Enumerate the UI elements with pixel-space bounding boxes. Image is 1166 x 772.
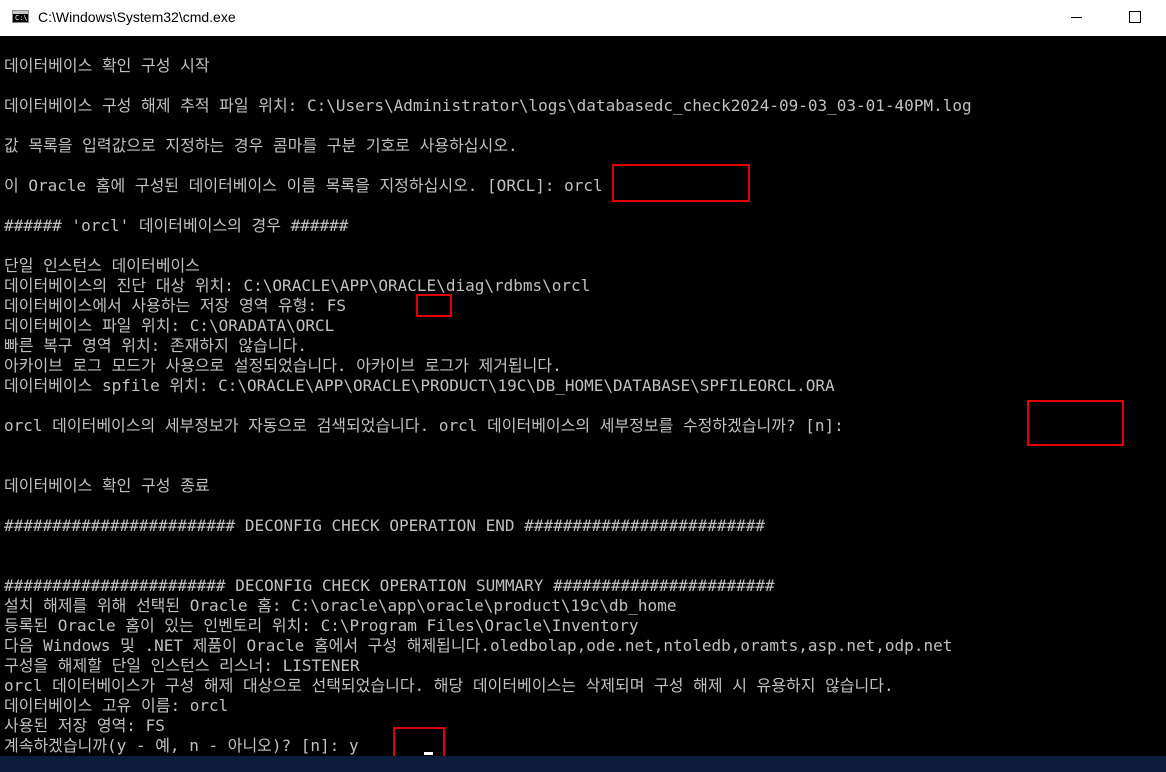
cmd-icon-glyph: C:\ bbox=[15, 14, 28, 22]
cmd-icon: C:\ bbox=[12, 10, 29, 23]
console-line: 데이터베이스 구성 해제 추적 파일 위치: C:\Users\Administ… bbox=[4, 96, 972, 115]
highlight-box-modify-prompt bbox=[1027, 400, 1124, 446]
maximize-icon bbox=[1129, 11, 1141, 23]
console-line: 등록된 Oracle 홈이 있는 인벤토리 위치: C:\Program Fil… bbox=[4, 616, 639, 635]
console-line: 데이터베이스 spfile 위치: C:\ORACLE\APP\ORACLE\P… bbox=[4, 376, 835, 395]
title-bar[interactable]: C:\ C:\Windows\System32\cmd.exe bbox=[0, 0, 1166, 36]
console-line: 아카이브 로그 모드가 사용으로 설정되었습니다. 아카이브 로그가 제거됩니다… bbox=[4, 356, 562, 375]
console-line: orcl 데이터베이스의 세부정보가 자동으로 검색되었습니다. orcl 데이… bbox=[4, 416, 844, 435]
maximize-button[interactable] bbox=[1112, 0, 1158, 36]
console-line: orcl 데이터베이스가 구성 해제 대상으로 선택되었습니다. 해당 데이터베… bbox=[4, 676, 894, 695]
console-line: 설치 해제를 위해 선택된 Oracle 홈: C:\oracle\app\or… bbox=[4, 596, 677, 615]
console-line: 데이터베이스 확인 구성 시작 bbox=[4, 56, 210, 75]
console-line: 사용된 저장 영역: FS bbox=[4, 716, 165, 735]
console-line: 데이터베이스 확인 구성 종료 bbox=[4, 476, 210, 495]
console-output[interactable]: 데이터베이스 확인 구성 시작 데이터베이스 구성 해제 추적 파일 위치: C… bbox=[0, 36, 1166, 772]
highlight-box-storage-type bbox=[416, 294, 452, 317]
console-line: 값 목록을 입력값으로 지정하는 경우 콤마를 구분 기호로 사용하십시오. bbox=[4, 136, 518, 155]
console-line: 구성을 해제할 단일 인스턴스 리스너: LISTENER bbox=[4, 656, 360, 675]
cmd-window: C:\ C:\Windows\System32\cmd.exe 데이터베이스 확… bbox=[0, 0, 1166, 772]
text-cursor bbox=[424, 752, 433, 755]
taskbar-edge bbox=[0, 756, 1166, 772]
console-line: 데이터베이스에서 사용하는 저장 영역 유형: FS bbox=[4, 296, 347, 315]
window-title: C:\Windows\System32\cmd.exe bbox=[38, 9, 236, 25]
console-line: 데이터베이스 파일 위치: C:\ORADATA\ORCL bbox=[4, 316, 335, 335]
console-line: 계속하겠습니까(y - 예, n - 아니오)? [n]: y bbox=[4, 736, 359, 755]
minimize-button[interactable] bbox=[1054, 0, 1100, 36]
console-line: ####################### DECONFIG CHECK O… bbox=[4, 576, 775, 595]
console-line: 단일 인스턴스 데이터베이스 bbox=[4, 256, 200, 275]
console-line: 데이터베이스의 진단 대상 위치: C:\ORACLE\APP\ORACLE\d… bbox=[4, 276, 591, 295]
console-line: ######################## DECONFIG CHECK … bbox=[4, 516, 765, 535]
highlight-box-db-name bbox=[612, 164, 750, 202]
minimize-icon bbox=[1071, 17, 1082, 18]
console-line: 이 Oracle 홈에 구성된 데이터베이스 이름 목록을 지정하십시오. [O… bbox=[4, 176, 603, 195]
console-line: 다음 Windows 및 .NET 제품이 Oracle 홈에서 구성 해제됩니… bbox=[4, 636, 953, 655]
console-line: 빠른 복구 영역 위치: 존재하지 않습니다. bbox=[4, 336, 307, 355]
console-line: 데이터베이스 고유 이름: orcl bbox=[4, 696, 229, 715]
console-line: ###### 'orcl' 데이터베이스의 경우 ###### bbox=[4, 216, 349, 235]
